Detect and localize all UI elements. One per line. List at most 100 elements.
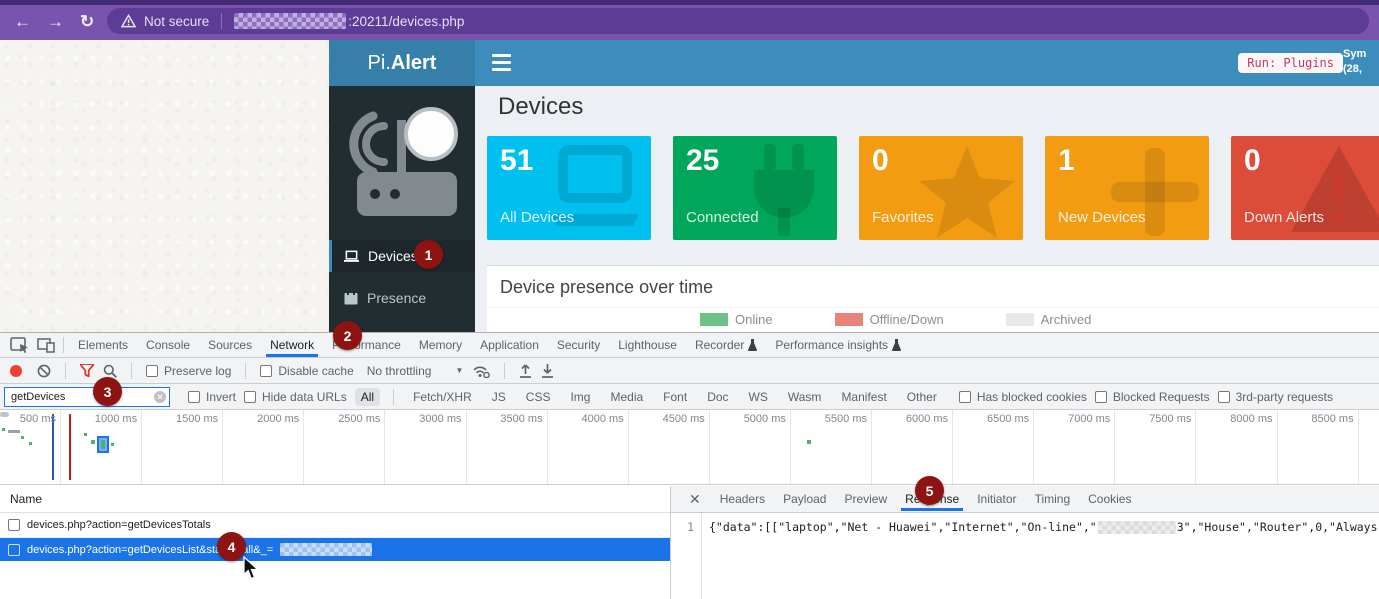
- sidebar: Devices Presence: [329, 86, 475, 332]
- chart-legend: Online Offline/Down Archived: [700, 312, 1091, 327]
- filter-input[interactable]: [4, 387, 170, 407]
- request-list-header[interactable]: Name: [0, 486, 670, 513]
- invert-checkbox[interactable]: Invert: [188, 390, 236, 404]
- response-content-line: {"data":[["laptop","Net - Huawei","Inter…: [709, 520, 1379, 534]
- third-party-requests-checkbox[interactable]: 3rd-party requests: [1218, 390, 1333, 404]
- tab-security[interactable]: Security: [548, 333, 609, 357]
- timeline-ruler[interactable]: 500 ms1000 ms1500 ms2000 ms2500 ms3000 m…: [0, 410, 1379, 485]
- import-har-icon[interactable]: [519, 364, 532, 378]
- timeline-tick-label: 4000 ms: [542, 413, 624, 425]
- omnibox-divider: [221, 13, 222, 29]
- hide-data-urls-checkbox[interactable]: Hide data URLs: [244, 390, 347, 404]
- detail-tab-headers[interactable]: Headers: [711, 487, 774, 511]
- sidebar-item-devices[interactable]: Devices: [329, 240, 475, 272]
- tab-console[interactable]: Console: [137, 333, 199, 357]
- tab-network[interactable]: Network: [261, 333, 323, 357]
- tab-performance-insights[interactable]: Performance insights: [766, 333, 910, 357]
- checkbox-icon: [1218, 391, 1230, 403]
- search-icon[interactable]: [103, 364, 117, 378]
- close-icon[interactable]: ✕: [679, 491, 711, 508]
- annotation-badge-1: 1: [414, 240, 443, 269]
- device-toolbar-icon[interactable]: [37, 338, 55, 353]
- filter-type-doc[interactable]: Doc: [701, 388, 734, 406]
- waterfall-mark: [91, 440, 95, 444]
- detail-tab-payload[interactable]: Payload: [774, 487, 835, 511]
- filter-type-wasm[interactable]: Wasm: [782, 388, 828, 406]
- timeline-tick-label: 6500 ms: [947, 413, 1029, 425]
- legend-archived-swatch: [1006, 313, 1034, 326]
- tab-recorder[interactable]: Recorder: [686, 333, 766, 357]
- timeline-tick-label: 5500 ms: [785, 413, 867, 425]
- clear-filter-icon[interactable]: ✕: [154, 391, 166, 403]
- filterbar-divider: [393, 389, 394, 405]
- summary-cards: 51 All Devices 25 Connected: [487, 136, 1379, 240]
- filter-type-media[interactable]: Media: [604, 388, 649, 406]
- tab-lighthouse[interactable]: Lighthouse: [609, 333, 686, 357]
- sidebar-toggle-icon[interactable]: [492, 54, 511, 71]
- pialert-app: Pi.Alert Run: Plugins Sym(28,: [329, 40, 1379, 332]
- filter-type-other[interactable]: Other: [901, 388, 943, 406]
- toolbar-divider: [245, 363, 246, 379]
- preserve-log-checkbox[interactable]: Preserve log: [146, 364, 231, 378]
- filter-type-js[interactable]: JS: [486, 388, 512, 406]
- timeline-tick-label: 3500 ms: [461, 413, 543, 425]
- filter-type-ws[interactable]: WS: [743, 388, 774, 406]
- filter-type-fetch-xhr[interactable]: Fetch/XHR: [407, 388, 478, 406]
- filter-type-font[interactable]: Font: [657, 388, 693, 406]
- line-number-gutter: 1: [671, 513, 702, 599]
- request-row[interactable]: devices.php?action=getDevicesTotals: [0, 513, 670, 538]
- card-all-devices[interactable]: 51 All Devices: [487, 136, 651, 240]
- waterfall-mark: [111, 443, 114, 446]
- network-conditions-icon[interactable]: [472, 364, 490, 378]
- filter-type-manifest[interactable]: Manifest: [835, 388, 892, 406]
- card-new-devices[interactable]: 1 New Devices: [1045, 136, 1209, 240]
- detail-tab-initiator[interactable]: Initiator: [968, 487, 1025, 511]
- filter-type-css[interactable]: CSS: [520, 388, 557, 406]
- tab-application[interactable]: Application: [471, 333, 548, 357]
- presence-panel: Device presence over time Online Offline…: [487, 265, 1379, 332]
- filter-type-img[interactable]: Img: [564, 388, 596, 406]
- experiment-flask-icon: [892, 339, 901, 351]
- card-favorites[interactable]: 0 Favorites: [859, 136, 1023, 240]
- throttling-select[interactable]: No throttling ▼: [367, 364, 464, 378]
- card-down-alerts[interactable]: 0 Down Alerts: [1231, 136, 1379, 240]
- blocked-requests-checkbox[interactable]: Blocked Requests: [1095, 390, 1210, 404]
- record-icon[interactable]: [10, 365, 22, 377]
- inspect-element-icon[interactable]: [10, 337, 30, 353]
- filter-type-all[interactable]: All: [355, 388, 380, 406]
- checkbox-icon[interactable]: [8, 519, 20, 531]
- forward-icon[interactable]: →: [47, 11, 64, 33]
- back-icon[interactable]: ←: [14, 11, 31, 33]
- timeline-tick-label: 6000 ms: [866, 413, 948, 425]
- response-body[interactable]: 1 {"data":[["laptop","Net - Huawei","Int…: [671, 513, 1379, 599]
- app-logo[interactable]: Pi.Alert: [329, 40, 475, 86]
- request-row-selected[interactable]: devices.php?action=getDevicesList&status…: [0, 538, 670, 561]
- waterfall-mark: [807, 440, 811, 444]
- detail-tab-preview[interactable]: Preview: [835, 487, 896, 511]
- waterfall-mark: [21, 436, 24, 439]
- checkbox-icon: [244, 391, 256, 403]
- reload-icon[interactable]: ↻: [80, 11, 94, 33]
- devtools-panel: Elements Console Sources Network Perform…: [0, 332, 1379, 599]
- export-har-icon[interactable]: [541, 364, 554, 378]
- run-plugins-button[interactable]: Run: Plugins: [1238, 53, 1343, 73]
- tab-sources[interactable]: Sources: [199, 333, 261, 357]
- sidebar-item-presence[interactable]: Presence: [329, 282, 475, 314]
- clear-icon[interactable]: [37, 364, 51, 378]
- has-blocked-cookies-checkbox[interactable]: Has blocked cookies: [959, 390, 1087, 404]
- filter-icon[interactable]: [80, 364, 94, 377]
- tab-memory[interactable]: Memory: [410, 333, 471, 357]
- checkbox-icon[interactable]: [8, 544, 20, 556]
- presence-panel-title: Device presence over time: [487, 266, 1379, 308]
- tab-elements[interactable]: Elements: [69, 333, 137, 357]
- card-connected[interactable]: 25 Connected: [673, 136, 837, 240]
- disable-cache-checkbox[interactable]: Disable cache: [260, 364, 353, 378]
- detail-tab-timing[interactable]: Timing: [1026, 487, 1080, 511]
- network-panes: Name devices.php?action=getDevicesTotals…: [0, 486, 1379, 599]
- annotation-badge-5: 5: [915, 476, 944, 505]
- legend-offline-swatch: [835, 313, 863, 326]
- detail-tab-cookies[interactable]: Cookies: [1079, 487, 1140, 511]
- tabbar-divider: [63, 337, 64, 353]
- waterfall-mark: [29, 442, 32, 445]
- address-bar[interactable]: Not secure :20211/devices.php: [107, 8, 1369, 34]
